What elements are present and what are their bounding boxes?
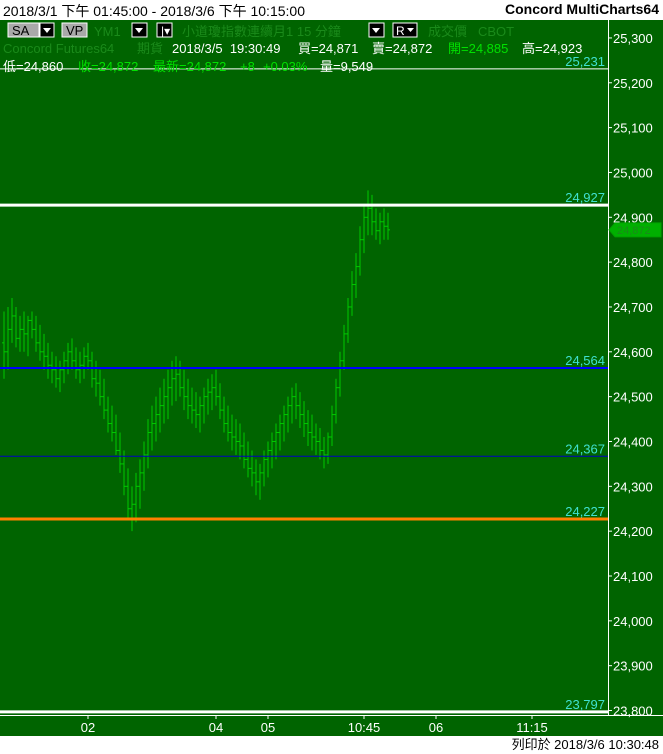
change-pct-value: +0.03% [263, 59, 308, 74]
close-value: 收=24,872 [78, 59, 138, 74]
x-tick-label: 02 [81, 720, 95, 735]
y-tick-label: 24,200 [613, 524, 653, 539]
x-tick-label: 04 [209, 720, 223, 735]
ask-value: 賣=24,872 [372, 41, 432, 56]
horizontal-line-label: 24,927 [565, 190, 605, 205]
y-tick-label: 24,600 [613, 345, 653, 360]
y-tick-label: 24,000 [613, 614, 653, 629]
bid-value: 買=24,871 [298, 41, 358, 56]
y-tick-label: 23,900 [613, 659, 653, 674]
quote-datetime: 2018/3/5 19:30:49 [172, 41, 280, 56]
y-tick-label: 23,800 [613, 704, 653, 719]
exchange-label: CBOT [478, 24, 514, 39]
y-tick-label: 24,500 [613, 390, 653, 405]
app-name: Concord MultiCharts64 [504, 1, 659, 17]
vp-label: VP [66, 23, 83, 38]
y-tick-label: 25,100 [613, 121, 653, 136]
price-type-label: 成交價 [428, 24, 467, 39]
last-price-marker: 24,872 [608, 222, 662, 238]
horizontal-line-label: 25,231 [565, 54, 605, 69]
y-tick-label: 24,700 [613, 300, 653, 315]
period-label: 期貨 [137, 41, 163, 56]
data-source: Concord Futures64 [3, 41, 114, 56]
y-tick-label: 25,200 [613, 76, 653, 91]
chart-toolbar: SA VP YM1 |▾ 小道瓊指數連續月1 15 分鐘 R 成交價 CBOT [7, 22, 514, 39]
high-value: 高=24,923 [522, 41, 582, 56]
price-chart[interactable]: 25,231 24,927 24,564 24,367 24,227 23,797 25,… [0, 20, 663, 736]
x-tick-label: 05 [261, 720, 275, 735]
y-tick-label: 25,000 [613, 165, 653, 180]
y-tick-label: 25,300 [613, 31, 653, 46]
chart-window: 2018/3/1 下午 01:45:00 - 2018/3/6 下午 10:15… [0, 0, 663, 754]
horizontal-line-label: 24,564 [565, 353, 605, 368]
sa-label: SA [12, 23, 30, 38]
interval-icon: |▾ [161, 24, 170, 38]
horizontal-line-label: 23,797 [565, 697, 605, 712]
last-price-label: 24,872 [617, 225, 651, 237]
y-tick-label: 24,300 [613, 479, 653, 494]
horizontal-line-label: 24,227 [565, 504, 605, 519]
x-tick-label: 06 [429, 720, 443, 735]
x-axis-area [0, 715, 663, 736]
low-value: 低=24,860 [3, 59, 63, 74]
y-tick-label: 24,400 [613, 434, 653, 449]
symbol-description: 小道瓊指數連續月1 15 分鐘 [182, 24, 341, 39]
title-bar: 2018/3/1 下午 01:45:00 - 2018/3/6 下午 10:15… [0, 0, 663, 20]
print-timestamp: 列印於 2018/3/6 10:30:48 [511, 737, 659, 752]
volume-value: 量=9,549 [320, 59, 373, 74]
horizontal-line-label: 24,367 [565, 441, 605, 456]
r-label: R [396, 24, 405, 38]
symbol-label: YM1 [94, 24, 121, 39]
last-value: 最新=24,872 [153, 59, 226, 74]
x-tick-label: 10:45 [348, 720, 381, 735]
x-tick-label: 11:15 [516, 720, 548, 735]
y-tick-label: 24,100 [613, 569, 653, 584]
date-range: 2018/3/1 下午 01:45:00 - 2018/3/6 下午 10:15… [3, 3, 305, 19]
y-tick-label: 24,800 [613, 255, 653, 270]
change-value: +8 [240, 59, 255, 74]
open-value: 開=24,885 [448, 41, 508, 56]
